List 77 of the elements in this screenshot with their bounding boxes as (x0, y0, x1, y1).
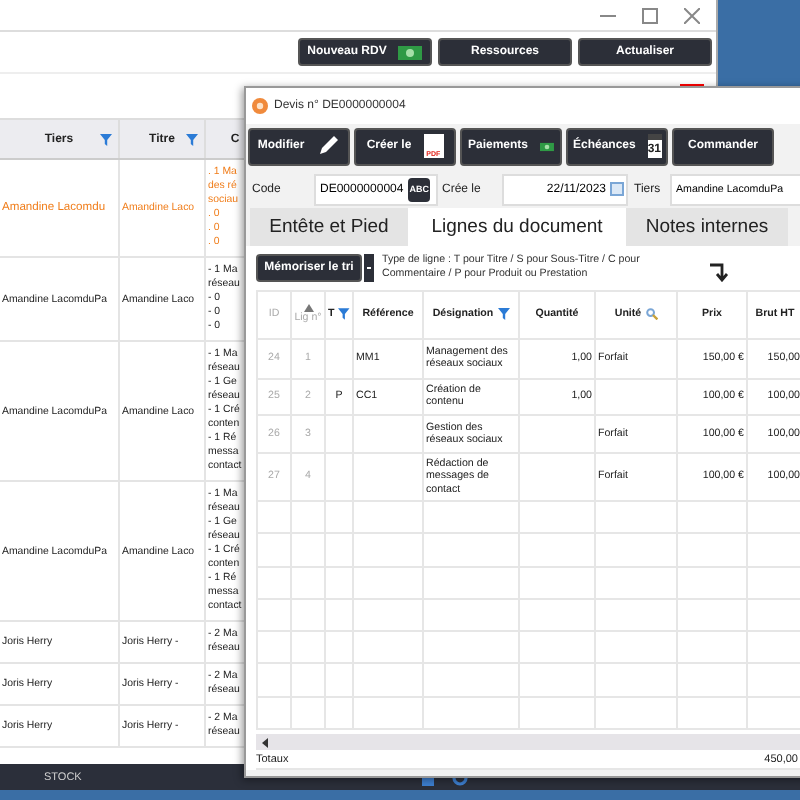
grid-cell (326, 664, 354, 698)
grid-cell (678, 632, 748, 665)
grid-cell (326, 567, 354, 600)
scroll-left-icon[interactable] (262, 737, 270, 747)
filter-icon[interactable] (338, 308, 350, 321)
grid-cell (292, 632, 326, 665)
grid-cell (292, 664, 326, 698)
grid-cell (424, 664, 520, 698)
search-icon[interactable] (645, 308, 658, 321)
tab[interactable]: Notes internes (626, 207, 788, 246)
grid-cell (520, 415, 596, 454)
grid-cell (424, 501, 520, 535)
filter-icon[interactable] (186, 134, 198, 146)
banknote-icon (398, 45, 423, 59)
grid-cell (520, 534, 596, 568)
calendar-icon[interactable] (610, 182, 624, 197)
banknote-icon (540, 139, 554, 154)
sort-icon (303, 304, 313, 313)
grid-cell (354, 534, 424, 568)
grid-cell (424, 567, 520, 600)
grid-cell (596, 534, 678, 568)
grid-cell (354, 697, 424, 730)
grid-cell (520, 453, 596, 502)
grid-cell (520, 567, 596, 600)
grid-cell (520, 599, 596, 633)
tab[interactable]: Lignes du document (408, 207, 626, 246)
filter-icon[interactable] (100, 134, 112, 146)
grid-cell (326, 697, 354, 730)
grid-cell (326, 415, 354, 454)
down-arrow-icon[interactable] (710, 261, 730, 282)
grid-cell (424, 632, 520, 665)
grid-cell (292, 501, 326, 535)
dropdown-button[interactable] (364, 253, 374, 282)
grid-cell (424, 697, 520, 730)
horizontal-scrollbar[interactable] (256, 734, 800, 750)
grid-cell (678, 534, 748, 568)
grid-cell (292, 697, 326, 730)
grid-cell (326, 501, 354, 535)
grid-cell (354, 453, 424, 502)
grid-cell (354, 664, 424, 698)
grid-cell (596, 567, 678, 600)
grid-cell (354, 632, 424, 665)
grid-cell (424, 534, 520, 568)
grid-cell (520, 632, 596, 665)
grid-cell (292, 567, 326, 600)
grid-cell (424, 599, 520, 633)
grid-cell (596, 664, 678, 698)
grid-cell (354, 599, 424, 633)
grid-cell (520, 697, 596, 730)
grid-cell (354, 501, 424, 535)
filter-icon[interactable] (497, 308, 510, 321)
grid-cell (292, 599, 326, 633)
grid-cell (678, 599, 748, 633)
grid-cell (596, 697, 678, 730)
grid-cell (678, 697, 748, 730)
grid-cell (596, 632, 678, 665)
grid-cell (678, 567, 748, 600)
grid-cell (326, 599, 354, 633)
grid-cell (678, 501, 748, 535)
app-icon (252, 98, 268, 115)
grid-cell (326, 632, 354, 665)
grid-cell (596, 379, 678, 416)
grid-cell (596, 599, 678, 633)
grid-cell (520, 664, 596, 698)
grid-cell (326, 339, 354, 380)
grid-cell (678, 664, 748, 698)
pencil-icon (316, 134, 341, 159)
grid-cell (354, 415, 424, 454)
grid-cell (326, 534, 354, 568)
maximize-icon[interactable] (642, 7, 658, 23)
grid-cell (596, 501, 678, 535)
grid-cell (354, 567, 424, 600)
grid-cell (292, 534, 326, 568)
grid-cell (326, 453, 354, 502)
grid-cell (520, 501, 596, 535)
tab[interactable]: Entête et Pied (250, 207, 408, 246)
close-icon[interactable] (684, 7, 700, 23)
